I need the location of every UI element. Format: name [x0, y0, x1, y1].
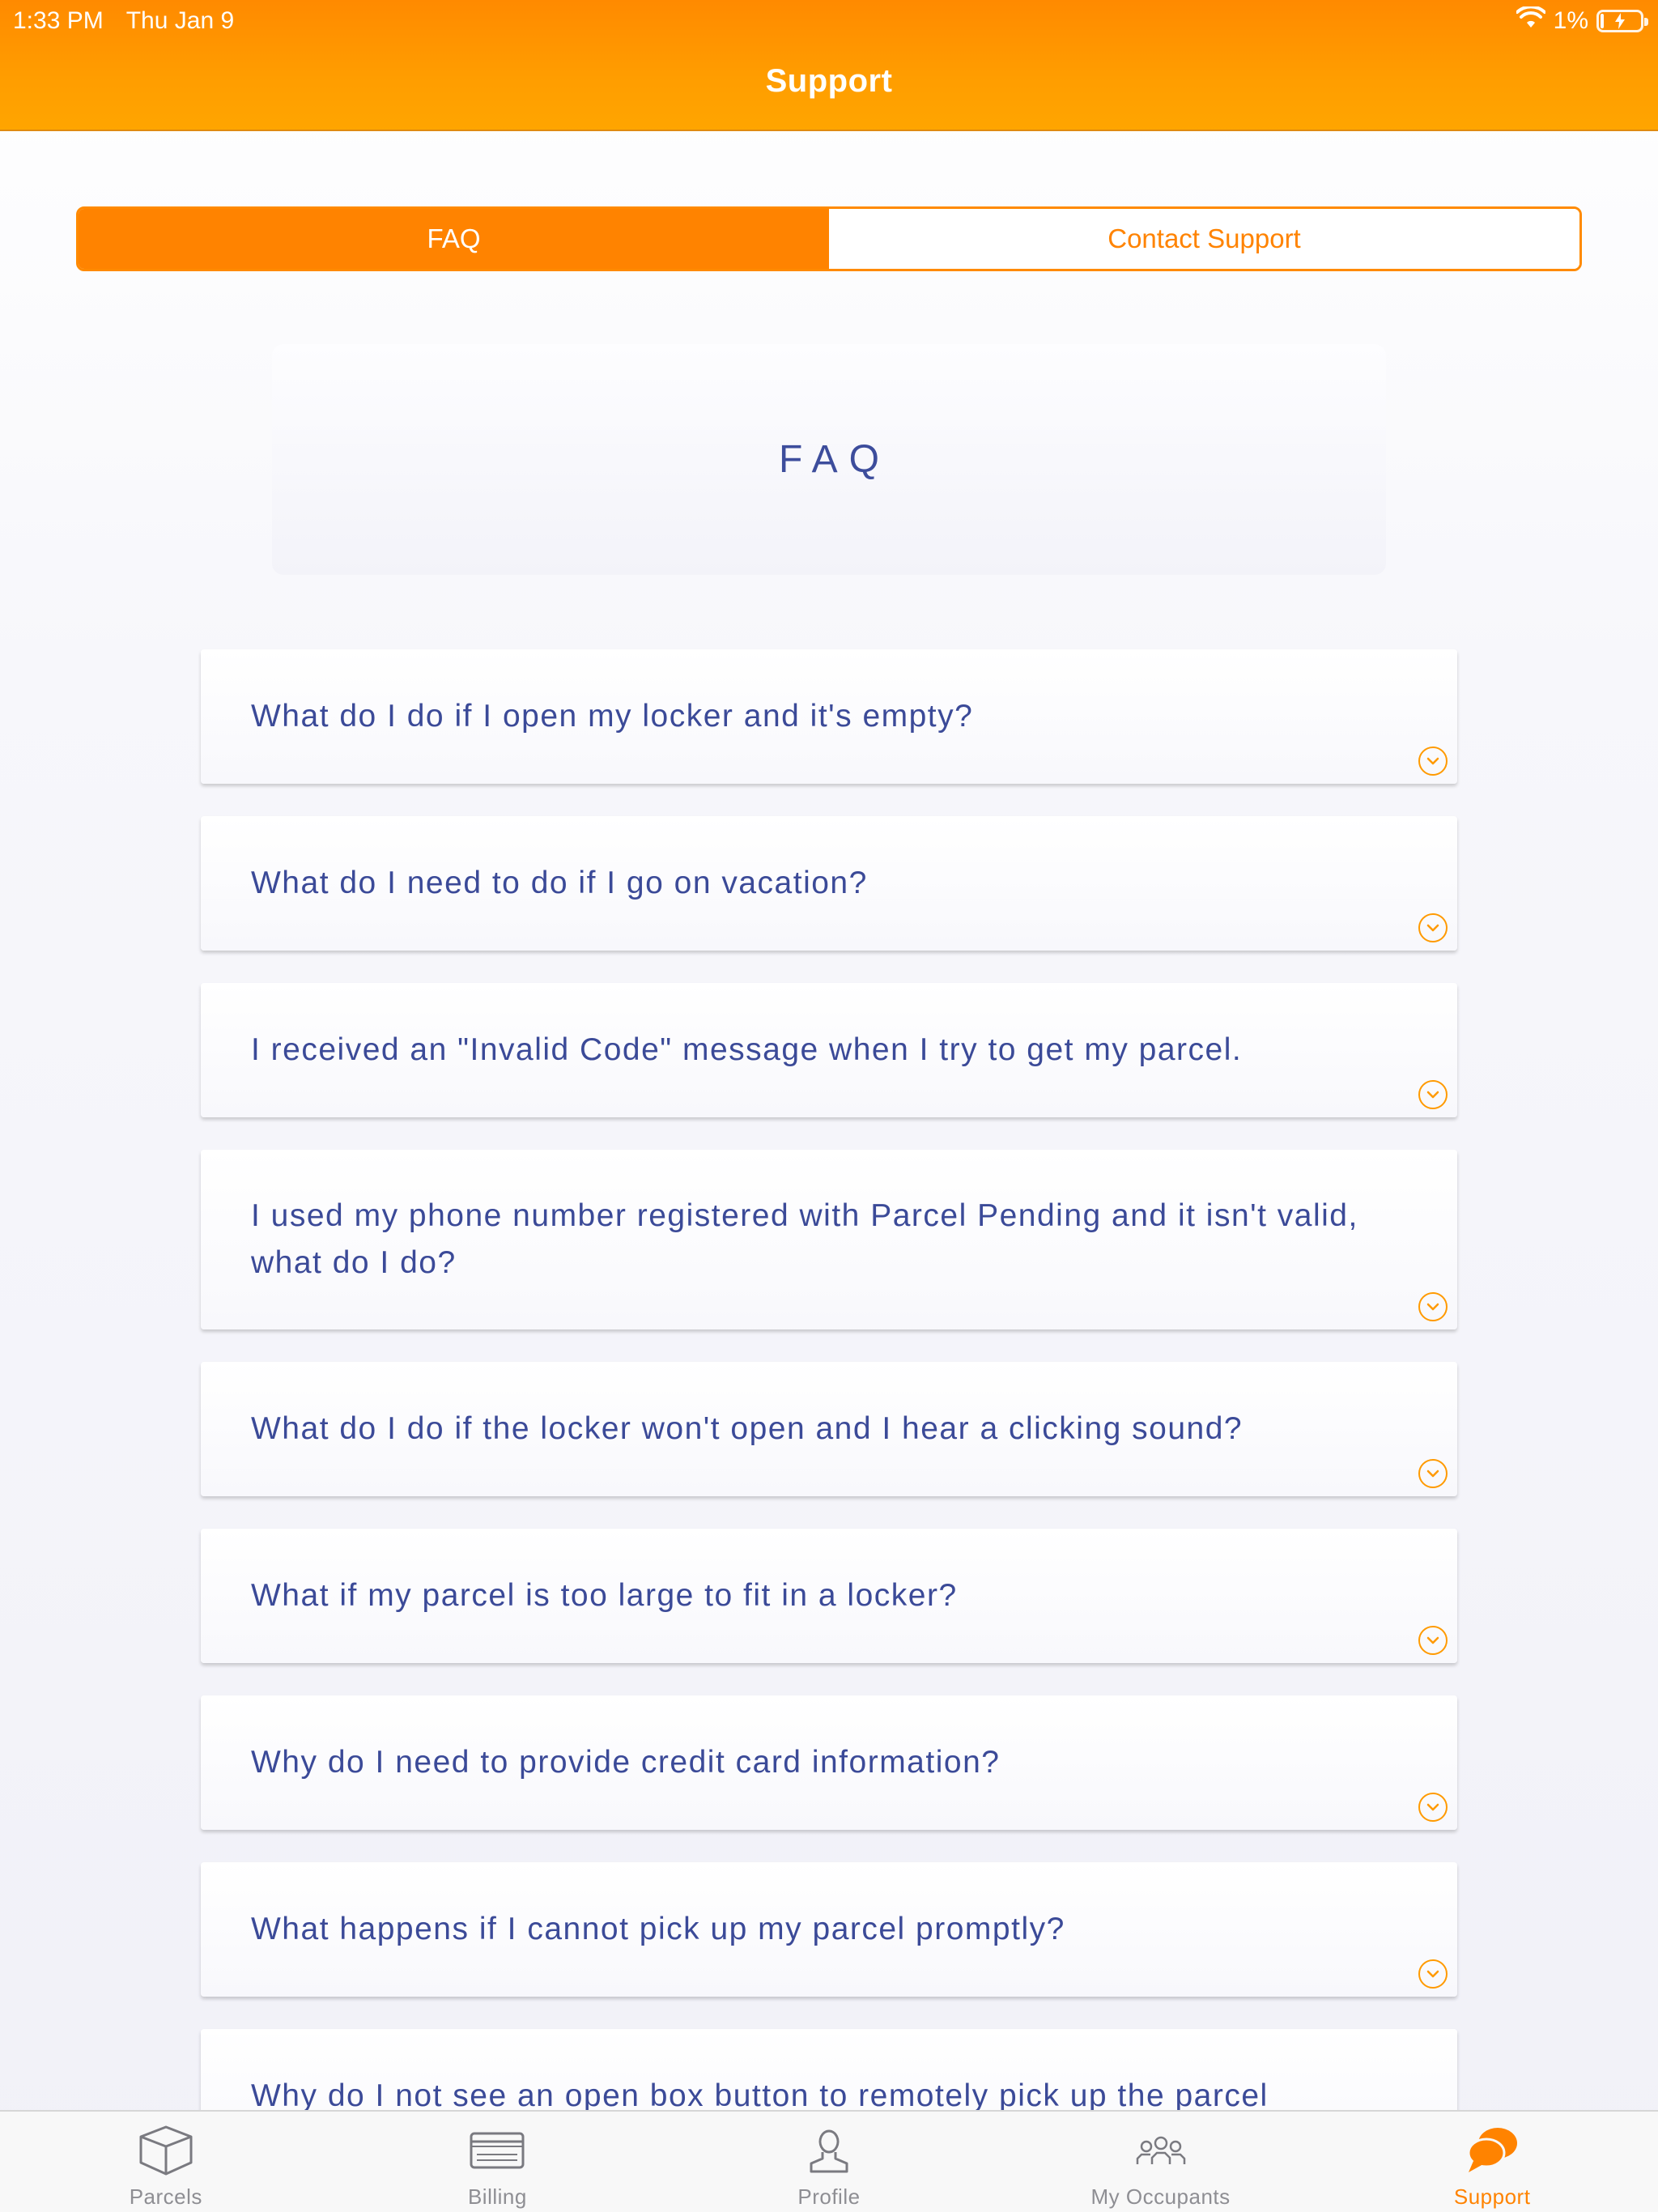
chevron-down-icon[interactable] [1418, 1626, 1448, 1655]
chevron-down-icon[interactable] [1418, 1292, 1448, 1321]
battery-percent: 1% [1553, 7, 1588, 34]
group-icon [1132, 2123, 1190, 2178]
chat-bubble-icon [1463, 2123, 1521, 2178]
chevron-down-icon[interactable] [1418, 1959, 1448, 1989]
faq-heading-card: FAQ [272, 344, 1386, 575]
faq-item[interactable]: I used my phone number registered with P… [201, 1150, 1457, 1329]
tab-label: Parcels [129, 2184, 202, 2209]
faq-item[interactable]: Why do I need to provide credit card inf… [201, 1695, 1457, 1830]
app-header: 1:33 PM Thu Jan 9 1% Support [0, 0, 1658, 131]
faq-question: What if my parcel is too large to fit in… [251, 1578, 958, 1613]
faq-item[interactable]: What do I do if I open my locker and it'… [201, 649, 1457, 784]
faq-item[interactable]: What happens if I cannot pick up my parc… [201, 1862, 1457, 1997]
faq-item[interactable]: I received an "Invalid Code" message whe… [201, 983, 1457, 1117]
faq-question: What happens if I cannot pick up my parc… [251, 1912, 1065, 1946]
wifi-icon [1515, 5, 1546, 36]
faq-question: Why do I need to provide credit card inf… [251, 1745, 1001, 1780]
faq-list: What do I do if I open my locker and it'… [201, 649, 1457, 2196]
tab-support[interactable]: Support [1326, 2112, 1658, 2212]
tab-parcels[interactable]: Parcels [0, 2112, 332, 2212]
bottom-tab-bar: Parcels Billing Profile My Occupants Sup… [0, 2110, 1658, 2212]
tab-faq[interactable]: FAQ [79, 209, 829, 269]
faq-question: I received an "Invalid Code" message whe… [251, 1032, 1243, 1067]
status-date: Thu Jan 9 [125, 7, 235, 34]
faq-question: What do I do if the locker won't open an… [251, 1411, 1244, 1446]
faq-question: What do I do if I open my locker and it'… [251, 699, 974, 734]
chevron-down-icon[interactable] [1418, 1793, 1448, 1822]
faq-item[interactable]: What do I need to do if I go on vacation… [201, 816, 1457, 951]
tab-my-occupants[interactable]: My Occupants [995, 2112, 1327, 2212]
tab-label: Billing [467, 2184, 527, 2209]
tab-label: Support [1453, 2184, 1531, 2209]
status-bar-left: 1:33 PM Thu Jan 9 [13, 6, 234, 36]
tab-label: My Occupants [1090, 2184, 1231, 2209]
chevron-down-icon[interactable] [1418, 747, 1448, 776]
battery-charging-icon [1596, 10, 1648, 32]
faq-question: What do I need to do if I go on vacation… [251, 866, 868, 900]
chevron-down-icon[interactable] [1418, 1080, 1448, 1109]
box-icon [137, 2123, 195, 2178]
faq-item[interactable]: What if my parcel is too large to fit in… [201, 1529, 1457, 1663]
faq-item[interactable]: What do I do if the locker won't open an… [201, 1362, 1457, 1496]
tab-profile[interactable]: Profile [663, 2112, 995, 2212]
status-time: 1:33 PM [13, 7, 104, 34]
person-icon [800, 2123, 858, 2178]
faq-heading: FAQ [778, 438, 891, 481]
chevron-down-icon[interactable] [1418, 913, 1448, 942]
tab-billing[interactable]: Billing [332, 2112, 664, 2212]
tab-label: Profile [797, 2184, 861, 2209]
page-title: Support [765, 63, 893, 99]
support-segmented-control: FAQ Contact Support [76, 206, 1582, 271]
credit-card-icon [468, 2123, 526, 2178]
status-bar-right: 1% [1515, 5, 1648, 36]
chevron-down-icon[interactable] [1418, 1459, 1448, 1488]
tab-contact-support[interactable]: Contact Support [829, 209, 1579, 269]
faq-question: I used my phone number registered with P… [251, 1198, 1358, 1280]
